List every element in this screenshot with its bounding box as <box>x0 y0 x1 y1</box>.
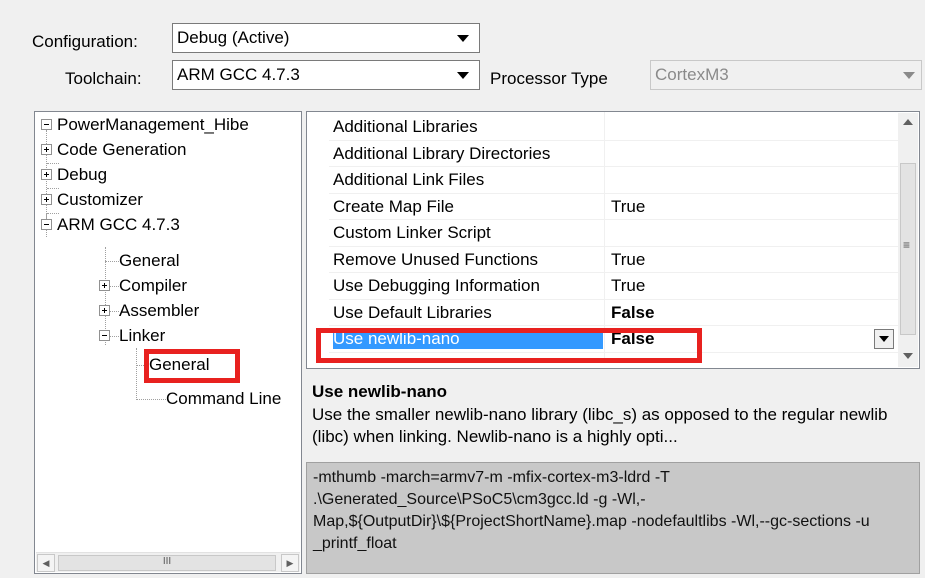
tree-item[interactable]: Linker <box>99 325 165 347</box>
value-dropdown-button[interactable] <box>874 329 894 349</box>
chevron-down-icon <box>457 72 469 79</box>
property-row[interactable]: Custom Linker Script <box>329 220 899 247</box>
toolchain-value: ARM GCC 4.7.3 <box>177 65 300 84</box>
property-row[interactable]: Additional Link Files <box>329 167 899 194</box>
toolchain-label: Toolchain: <box>65 69 142 88</box>
highlight-box <box>144 349 240 383</box>
description-text: Use the smaller newlib-nano library (lib… <box>312 405 888 446</box>
tree-item[interactable]: PowerManagement_Hibe <box>41 114 249 136</box>
processor-type-dropdown[interactable]: CortexM3 <box>650 60 922 90</box>
property-row[interactable]: Remove Unused Functions True <box>329 247 899 273</box>
chevron-down-icon <box>457 35 469 42</box>
collapse-icon[interactable] <box>41 219 52 230</box>
configuration-value: Debug (Active) <box>177 28 290 47</box>
toolchain-dropdown[interactable]: ARM GCC 4.7.3 <box>172 60 480 90</box>
tree-item[interactable]: Customizer <box>41 189 143 211</box>
tree-item[interactable]: General <box>119 250 179 272</box>
scroll-thumb[interactable]: ≡ <box>900 163 916 335</box>
tree-item[interactable]: Code Generation <box>41 139 186 161</box>
expand-icon[interactable] <box>99 280 110 291</box>
expand-icon[interactable] <box>41 194 52 205</box>
scroll-right-icon[interactable]: ▶ <box>281 554 299 572</box>
description-panel: Use newlib-nano Use the smaller newlib-n… <box>306 372 920 461</box>
tree-item[interactable]: Debug <box>41 164 107 186</box>
processor-type-value: CortexM3 <box>655 65 729 84</box>
chevron-down-icon <box>903 72 915 79</box>
vertical-scrollbar[interactable]: ≡ <box>898 113 918 367</box>
expand-icon[interactable] <box>99 305 110 316</box>
tree-item[interactable]: Command Line <box>166 388 281 410</box>
expand-icon[interactable] <box>41 169 52 180</box>
property-row[interactable]: Use Debugging Information True <box>329 273 899 300</box>
property-row[interactable]: Use Default Libraries False <box>329 300 899 326</box>
tree-item[interactable]: ARM GCC 4.7.3 <box>41 214 180 236</box>
highlight-box <box>316 328 702 363</box>
collapse-icon[interactable] <box>99 330 110 341</box>
scroll-down-icon[interactable] <box>903 353 913 359</box>
scroll-left-icon[interactable]: ◀ <box>37 554 55 572</box>
collapse-icon[interactable] <box>41 119 52 130</box>
settings-tree[interactable]: PowerManagement_Hibe Code Generation Deb… <box>34 111 302 574</box>
horizontal-scrollbar[interactable]: ◀ III ▶ <box>36 552 300 572</box>
property-row[interactable]: Additional Library Directories <box>329 141 899 167</box>
description-title: Use newlib-nano <box>312 382 448 401</box>
configuration-label: Configuration: <box>32 32 138 51</box>
tree-item[interactable]: Compiler <box>99 275 187 297</box>
property-row[interactable]: Create Map File True <box>329 194 899 220</box>
tree-item[interactable]: Assembler <box>99 300 199 322</box>
command-line-box[interactable]: -mthumb -march=armv7-m -mfix-cortex-m3-l… <box>306 462 920 574</box>
expand-icon[interactable] <box>41 144 52 155</box>
property-row[interactable]: Additional Libraries <box>329 114 899 141</box>
property-grid[interactable]: Additional Libraries Additional Library … <box>306 111 920 369</box>
scroll-up-icon[interactable] <box>903 119 913 125</box>
configuration-dropdown[interactable]: Debug (Active) <box>172 23 480 53</box>
processor-type-label: Processor Type <box>490 69 608 88</box>
scroll-thumb[interactable]: III <box>58 555 276 571</box>
